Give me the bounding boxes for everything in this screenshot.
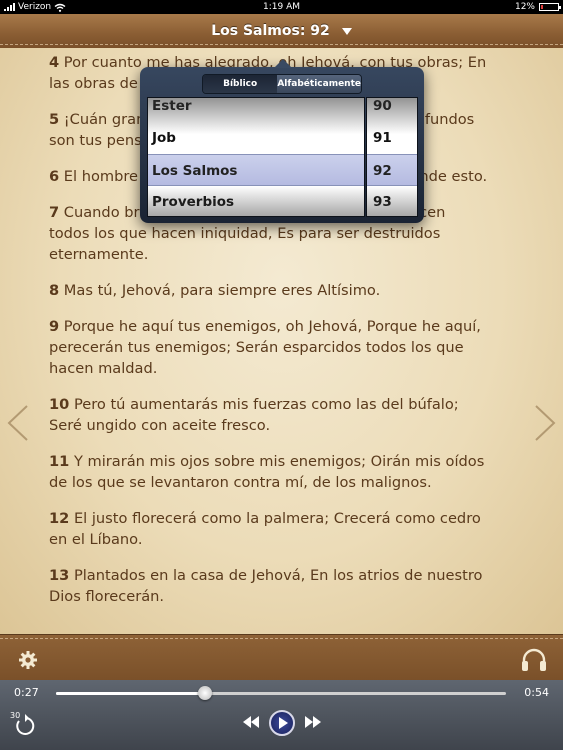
verse-number: 5 — [49, 111, 60, 128]
verse-text: Y mirarán mis ojos sobre mis enemigos; O… — [49, 453, 485, 491]
verse-13[interactable]: 13 Plantados en la casa de Jehová, En lo… — [49, 565, 489, 607]
verse-11[interactable]: 11 Y mirarán mis ojos sobre mis enemigos… — [49, 451, 489, 493]
chapter-row[interactable]: 92 — [367, 154, 417, 186]
book-chapter-picker: Bíblico Alfabéticamente Ester Job Los Salm… — [140, 59, 424, 223]
verse-number: 6 — [49, 168, 60, 185]
verse-number: 13 — [49, 567, 70, 584]
verse-number: 10 — [49, 396, 70, 413]
replay-30-icon — [16, 714, 35, 735]
book-row[interactable]: Proverbios — [148, 186, 364, 216]
chapter-row[interactable]: 93 — [367, 186, 417, 216]
status-bar: Verizon 1:19 AM 12% — [0, 0, 563, 14]
verse-text: Plantados en la casa de Jehová, En los a… — [49, 567, 483, 605]
verse-text: Porque he aquí tus enemigos, oh Jehová, … — [49, 318, 481, 377]
battery-percent: 12% — [514, 2, 535, 12]
verse-8[interactable]: 8 Mas tú, Jehová, para siempre eres Altí… — [49, 280, 489, 301]
total-time: 0:54 — [524, 686, 549, 699]
verse-12[interactable]: 12 El justo florecerá como la palmera; C… — [49, 508, 489, 550]
nav-bar: Los Salmos: 92 — [0, 14, 563, 49]
verse-number: 11 — [49, 453, 70, 470]
verse-number: 12 — [49, 510, 70, 527]
book-row[interactable]: Los Salmos — [148, 154, 364, 186]
progress-slider[interactable] — [56, 686, 506, 700]
headphones-icon[interactable] — [521, 648, 547, 672]
skip-back-button[interactable]: 30 — [10, 711, 40, 739]
elapsed-time: 0:27 — [14, 686, 39, 699]
popover-pointer — [274, 59, 292, 68]
progress-knob[interactable] — [197, 686, 212, 700]
status-time: 1:19 AM — [263, 2, 300, 12]
verse-number: 9 — [49, 318, 60, 335]
chapter-row[interactable]: 91 — [367, 122, 417, 154]
rewind-icon[interactable] — [243, 716, 259, 728]
play-icon — [279, 717, 288, 729]
chevron-right-icon[interactable] — [533, 403, 557, 443]
verse-10[interactable]: 10 Pero tú aumentarás mis fuerzas como l… — [49, 394, 489, 436]
verse-number: 4 — [49, 54, 60, 71]
gear-icon[interactable] — [18, 650, 38, 670]
play-button[interactable] — [269, 710, 295, 736]
battery-icon — [539, 3, 561, 11]
audio-player: 0:27 0:54 30 — [0, 680, 563, 750]
book-picker-wheel[interactable]: Ester Job Los Salmos Proverbios — [147, 97, 365, 217]
verse-number: 8 — [49, 282, 60, 299]
battery-info: 12% — [514, 0, 561, 14]
chapter-picker-wheel[interactable]: 90 91 92 93 — [366, 97, 418, 217]
battery-level-fill — [541, 5, 543, 9]
segment-biblico[interactable]: Bíblico — [203, 75, 278, 93]
progress-fill — [56, 692, 205, 695]
verse-9[interactable]: 9 Porque he aquí tus enemigos, oh Jehová… — [49, 316, 489, 379]
sort-segmented-control: Bíblico Alfabéticamente — [202, 74, 362, 94]
dropdown-caret-icon[interactable] — [341, 27, 352, 35]
fast-forward-icon[interactable] — [305, 716, 321, 728]
verse-text: Pero tú aumentarás mis fuerzas como las … — [49, 396, 459, 434]
verse-text: Mas tú, Jehová, para siempre eres Altísi… — [63, 282, 381, 299]
segment-alfabeticamente[interactable]: Alfabéticamente — [277, 75, 361, 93]
chevron-left-icon[interactable] — [6, 403, 30, 443]
chapter-row[interactable]: 90 — [367, 98, 417, 122]
bottom-toolbar — [0, 634, 563, 681]
verse-text: El justo florecerá como la palmera; Crec… — [49, 510, 481, 548]
chapter-title: Los Salmos: 92 — [211, 23, 330, 39]
verse-number: 7 — [49, 204, 60, 221]
chapter-title-button[interactable]: Los Salmos: 92 — [0, 14, 563, 48]
book-row[interactable]: Job — [148, 122, 364, 154]
book-row[interactable]: Ester — [148, 98, 364, 122]
